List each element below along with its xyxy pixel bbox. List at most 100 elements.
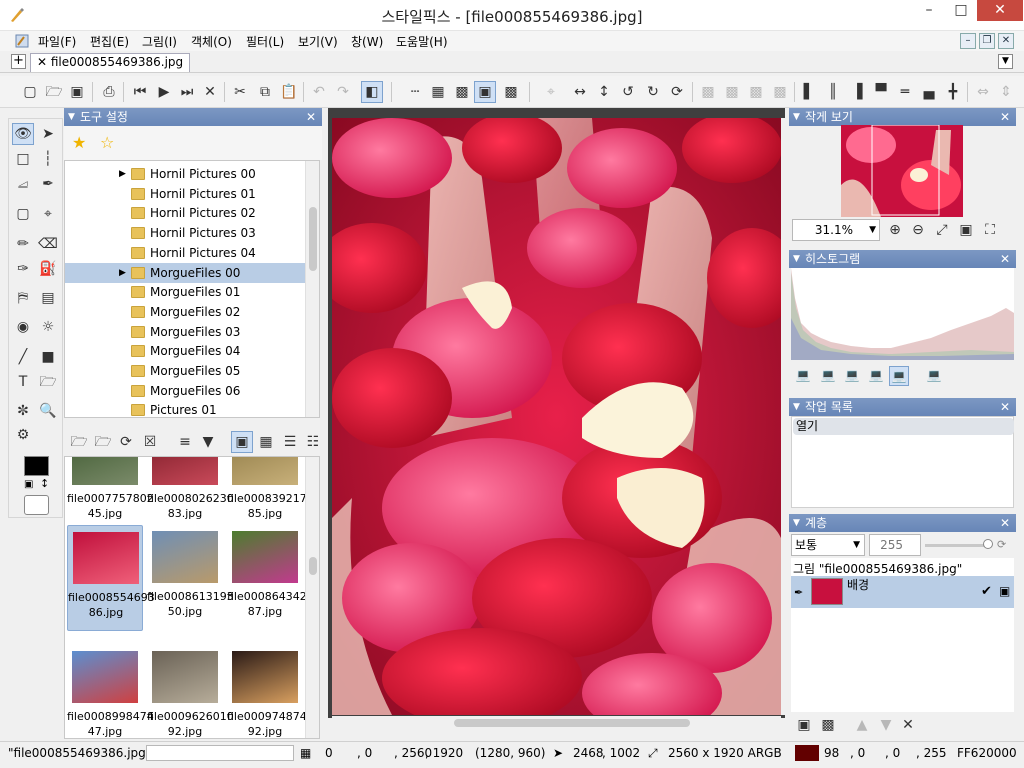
histogram-blue-icon[interactable]: 💻 [866,366,886,386]
arrange-forward-icon[interactable]: ▩ [721,81,743,103]
layer-visible-check-icon[interactable]: ✔ [981,584,992,599]
opacity-slider[interactable] [925,544,987,547]
folder-tree-item[interactable]: ▶ Hornil Pictures 00 [65,164,307,184]
rotate-left-icon[interactable]: ↺ [617,81,639,103]
thumbnail-item[interactable]: file0008554693 86.jpg [67,525,155,631]
histogram-red-icon[interactable]: 💻 [818,366,838,386]
flip-horizontal-icon[interactable]: ↔ [569,81,591,103]
clone-stamp-icon[interactable]: ⛽ [37,258,59,280]
layer-lock-icon[interactable]: ▣ [999,584,1010,598]
filter-dropdown-icon[interactable]: ▼ [197,431,219,453]
reset-colors-icon[interactable]: ▣ [24,479,36,491]
sort-icon[interactable]: ≡ [174,431,196,453]
redo-icon[interactable]: ↷ [332,81,354,103]
navigator-close-icon[interactable]: ✕ [1000,108,1010,126]
align-top-icon[interactable]: ▀ [870,81,892,103]
copy-icon[interactable]: ⧉ [254,81,276,103]
folder-tree-item[interactable]: Pictures 01 [65,400,307,417]
canvas-vertical-scrollbar[interactable] [781,118,785,715]
selection-rect-icon[interactable]: □ [12,148,34,170]
new-layer-icon[interactable]: ▣ [793,714,815,736]
thumbnail-item[interactable]: file0008998474 47.jpg [67,645,154,738]
thumbnail-item[interactable]: file0008613193 50.jpg [147,525,234,631]
histogram-luminance-icon[interactable]: 💻 [924,366,944,386]
move-layer-down-icon[interactable]: ▼ [875,714,897,736]
menu-window[interactable]: 창(W) [351,33,383,50]
large-thumbnail-view-icon[interactable]: ▣ [231,431,253,453]
folder-tree-item[interactable]: ▶ MorgueFiles 00 [65,262,307,283]
folder-tree-item[interactable]: MorgueFiles 03 [65,322,307,342]
brush-icon[interactable]: ✑ [12,258,34,280]
crop-tool-icon[interactable]: ⌖ [37,203,59,225]
menu-help[interactable]: 도움말(H) [396,33,448,50]
align-middle-icon[interactable]: ═ [894,81,916,103]
save-icon[interactable]: ▣ [66,81,88,103]
tab-list-icon[interactable]: ▼ [998,54,1013,69]
zoom-in-icon[interactable]: ⊕ [884,219,906,241]
menu-object[interactable]: 객체(O) [191,33,232,50]
menu-file[interactable]: 파일(F) [38,33,76,50]
brightness-icon[interactable]: ☼ [37,316,59,338]
opacity-slider-handle[interactable] [983,539,993,549]
layer-lock-icon[interactable]: ▩ [500,81,522,103]
flip-vertical-icon[interactable]: ↕ [593,81,615,103]
open-folder-icon[interactable]: 🗁 [43,81,65,103]
close-image-icon[interactable]: ✕ [199,81,221,103]
arrange-back-icon[interactable]: ▩ [769,81,791,103]
close-icon[interactable]: ✕ [977,0,1023,21]
delete-layer-icon[interactable]: ✕ [897,714,919,736]
fullscreen-icon[interactable]: ⛶ [979,219,1001,241]
menu-view[interactable]: 보기(V) [298,33,338,50]
rotate-right-icon[interactable]: ↻ [642,81,664,103]
selection-grid-icon[interactable]: ▩ [451,81,473,103]
thumbnail-item[interactable]: file0009626010 92.jpg [147,645,234,738]
undo-icon[interactable]: ↶ [308,81,330,103]
list-view-icon[interactable]: ☷ [302,431,324,453]
histogram-all-channels-icon[interactable]: 💻 [889,366,909,386]
move-layer-up-icon[interactable]: ▲ [851,714,873,736]
eyedropper-icon[interactable]: ✒ [37,173,59,195]
rotate-180-icon[interactable]: ⟳ [666,81,688,103]
mdi-close-icon[interactable]: ✕ [998,33,1014,49]
reset-opacity-icon[interactable]: ⟳ [997,538,1006,551]
canvas-horizontal-scrollbar[interactable] [332,716,781,730]
foreground-color-swatch[interactable] [24,456,49,476]
settings-gear-icon[interactable]: ⚙ [12,424,34,446]
minimize-icon[interactable]: – [912,0,946,21]
next-image-icon[interactable]: ⏭ [176,81,198,103]
menu-image[interactable]: 그림(I) [142,33,177,50]
folder-tree-item[interactable]: MorgueFiles 01 [65,282,307,302]
maximize-icon[interactable]: □ [944,0,978,21]
refresh-icon[interactable]: ⟳ [115,431,137,453]
view-eye-icon[interactable]: 👁 [12,123,34,145]
pencil-icon[interactable]: ✏ [12,233,34,255]
delete-icon[interactable]: ☒ [139,431,161,453]
pointer-icon[interactable]: ➤ [37,123,59,145]
eraser-icon[interactable]: ⌫ [37,233,59,255]
print-icon[interactable]: ⎙ [98,81,120,103]
text-tool-icon[interactable]: T [12,371,34,393]
history-item[interactable]: 열기 [793,418,1014,435]
document-tab[interactable]: ✕ file000855469386.jpg [30,53,191,72]
align-right-icon[interactable]: ▐ [846,81,868,103]
folder-tree-item[interactable]: Hornil Pictures 01 [65,184,307,204]
color-wheel-icon[interactable]: ✼ [12,400,34,422]
grid-icon[interactable]: ▦ [427,81,449,103]
parent-folder-icon[interactable]: 🗁 [68,431,90,453]
canvas-image[interactable] [332,118,781,715]
thumbnail-item[interactable]: file0008643423 87.jpg [227,525,314,631]
duplicate-layer-icon[interactable]: ▩ [817,714,839,736]
red-eye-icon[interactable]: ◉ [12,316,34,338]
new-folder-icon[interactable]: 🗁 [92,431,114,453]
navigator-preview[interactable] [841,125,963,217]
thumbnail-item[interactable]: file0007757802 45.jpg [67,457,154,533]
ruler-icon[interactable]: ┄ [404,81,426,103]
folder-tree-item[interactable]: Hornil Pictures 03 [65,223,307,243]
layers-close-icon[interactable]: ✕ [1000,514,1010,532]
histogram-rgb-icon[interactable]: 💻 [793,366,813,386]
folder-tree-item[interactable]: MorgueFiles 04 [65,341,307,361]
histogram-green-icon[interactable]: 💻 [842,366,862,386]
distribute-horizontal-icon[interactable]: ⇔ [972,81,994,103]
expand-arrow-icon[interactable]: ▶ [119,164,126,184]
blend-mode-select[interactable]: 보통 ▼ [791,534,865,556]
